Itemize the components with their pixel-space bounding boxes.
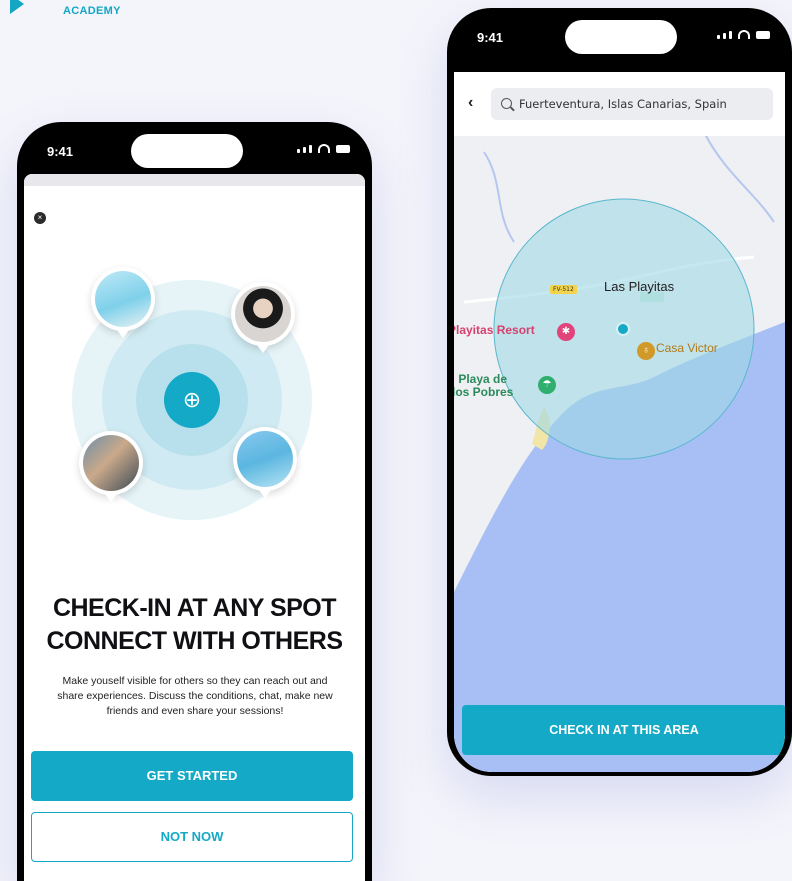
- avatar-pin-woman: [231, 282, 295, 353]
- status-bar: 9:41: [17, 122, 372, 174]
- signal-icon: [297, 149, 300, 153]
- status-time: 9:41: [477, 30, 504, 45]
- check-in-area-button[interactable]: CHECK IN AT THIS AREA: [462, 705, 785, 755]
- map-canvas: [454, 131, 785, 772]
- avatar: [83, 435, 139, 491]
- dynamic-island: [131, 134, 243, 168]
- resort-label: Playitas Resort: [454, 323, 535, 337]
- status-time: 9:41: [47, 144, 74, 159]
- location-add-icon: ⊕: [164, 372, 220, 428]
- sheet-header: [24, 174, 365, 186]
- beach-poi-icon[interactable]: ☂: [538, 376, 556, 394]
- avatar-pin-rider: [233, 427, 297, 498]
- beach-label-line-2: los Pobres: [454, 385, 514, 399]
- beach-label-line-1: Playa de: [458, 372, 508, 386]
- current-location-dot: [616, 322, 630, 336]
- onboarding-screen: × ⊕ CHECK-IN AT ANY SPOT CONNECT WITH OT…: [24, 174, 365, 881]
- resort-poi-icon[interactable]: ✱: [557, 323, 575, 341]
- map-screen: FV-512 Las Playitas Playitas Resort ✱ ♁ …: [454, 72, 785, 772]
- get-started-button[interactable]: GET STARTED: [31, 751, 353, 801]
- signal-icon: [309, 145, 312, 153]
- map-view[interactable]: FV-512 Las Playitas Playitas Resort ✱ ♁ …: [454, 72, 785, 772]
- stream-line: [703, 131, 775, 223]
- phone-right: 9:41 FV-512 Las Playitas Playitas Resort: [447, 8, 792, 776]
- page-title: CHECK-IN AT ANY SPOT CONNECT WITH OTHERS: [24, 592, 365, 658]
- signal-icon: [723, 33, 726, 39]
- system-icons: [297, 144, 350, 153]
- headline-line-2: CONNECT WITH OTHERS: [46, 627, 343, 655]
- phone-left: 9:41 × ⊕ CHECK-IN AT ANY SPOT CONNECT WI…: [17, 122, 372, 881]
- not-now-button[interactable]: NOT NOW: [31, 812, 353, 862]
- restaurant-poi-icon[interactable]: ♁: [637, 342, 655, 360]
- avatar: [235, 286, 291, 342]
- battery-icon: [756, 31, 770, 39]
- signal-icon: [303, 147, 306, 153]
- restaurant-label: Casa Victor: [656, 341, 718, 355]
- status-bar: 9:41: [447, 8, 792, 60]
- description-text: Make youself visible for others so they …: [57, 675, 333, 717]
- search-input[interactable]: Fuerteventura, Islas Canarias, Spain: [491, 88, 773, 120]
- wifi-icon: [738, 30, 750, 39]
- avatar: [95, 271, 151, 327]
- system-icons: [717, 30, 770, 39]
- brand-logo: ACADEMY: [0, 0, 160, 24]
- back-button[interactable]: ‹: [468, 94, 473, 112]
- brand-mark-icon: [10, 0, 24, 14]
- stream-line: [483, 151, 515, 243]
- headline-line-1: CHECK-IN AT ANY SPOT: [52, 594, 337, 622]
- brand-name: ACADEMY: [63, 5, 121, 17]
- wifi-icon: [318, 144, 330, 153]
- road-number-label: FV-512: [550, 285, 577, 294]
- avatar-pin-kiter: [91, 267, 155, 338]
- close-button[interactable]: ×: [34, 212, 46, 224]
- battery-icon: [336, 145, 350, 153]
- search-bar: ‹ Fuerteventura, Islas Canarias, Spain: [454, 72, 785, 136]
- dynamic-island: [565, 20, 677, 54]
- signal-icon: [729, 31, 732, 39]
- signal-icon: [717, 35, 720, 39]
- town-label: Las Playitas: [604, 279, 675, 294]
- beach-label: Playa de los Pobres: [454, 373, 513, 399]
- search-value: Fuerteventura, Islas Canarias, Spain: [519, 97, 727, 111]
- avatar: [237, 431, 293, 487]
- search-icon: [501, 98, 512, 109]
- avatar-pin-group: [79, 431, 143, 502]
